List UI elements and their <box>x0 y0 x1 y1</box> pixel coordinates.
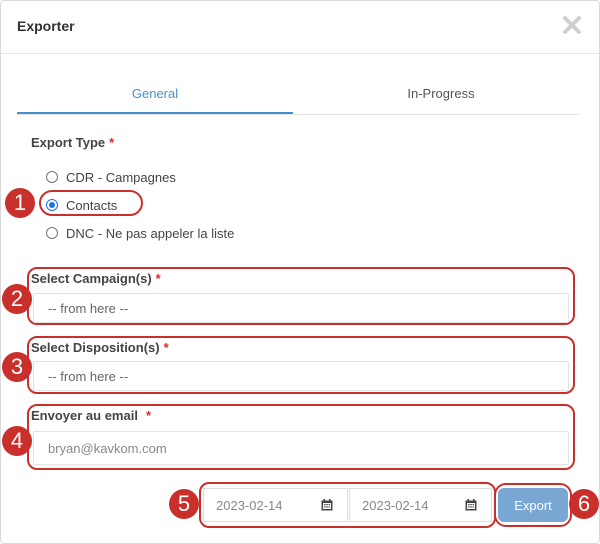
export-button[interactable]: Export <box>498 488 568 522</box>
exporter-modal: Exporter General In-Progress Export Type… <box>0 0 600 544</box>
disposition-select[interactable]: -- from here -- <box>33 361 569 391</box>
close-button[interactable] <box>559 12 585 38</box>
annotation-badge-5: 5 <box>169 489 199 519</box>
modal-header: Exporter <box>1 1 599 54</box>
email-label: Envoyer au email * <box>31 408 151 423</box>
export-type-label-text: Export Type <box>31 135 106 150</box>
radio-label: CDR - Campagnes <box>66 169 176 185</box>
end-date-calendar-button[interactable] <box>451 489 491 521</box>
disposition-label: Select Disposition(s) * <box>31 340 169 355</box>
annotation-outline-1 <box>39 190 143 216</box>
annotation-badge-6: 6 <box>569 489 599 519</box>
annotation-badge-2: 2 <box>2 284 32 314</box>
radio-dnc[interactable]: DNC - Ne pas appeler la liste <box>46 224 234 242</box>
campaign-select[interactable]: -- from here -- <box>33 293 569 323</box>
calendar-icon <box>465 499 477 511</box>
tab-bar: General In-Progress <box>17 76 579 115</box>
required-mark: * <box>155 271 161 286</box>
tab-in-progress[interactable]: In-Progress <box>303 76 579 112</box>
radio-button[interactable] <box>46 171 58 183</box>
annotation-badge-4: 4 <box>2 426 32 456</box>
start-date-input[interactable]: 2023-02-14 <box>203 488 348 522</box>
disposition-label-text: Select Disposition(s) <box>31 340 160 355</box>
annotation-badge-1: 1 <box>5 188 35 218</box>
required-mark: * <box>109 135 115 150</box>
email-input[interactable]: bryan@kavkom.com <box>33 431 569 465</box>
start-date-value: 2023-02-14 <box>216 497 283 513</box>
required-mark: * <box>145 408 152 423</box>
modal-title: Exporter <box>17 18 75 34</box>
export-type-label: Export Type * <box>31 135 114 150</box>
email-label-text: Envoyer au email <box>31 408 138 423</box>
radio-label: DNC - Ne pas appeler la liste <box>66 225 235 241</box>
required-mark: * <box>163 340 169 355</box>
campaign-label: Select Campaign(s) * <box>31 271 161 286</box>
close-icon <box>563 16 581 34</box>
campaign-label-text: Select Campaign(s) <box>31 271 152 286</box>
radio-cdr-campagnes[interactable]: CDR - Campagnes <box>46 168 176 186</box>
annotation-badge-3: 3 <box>2 352 32 382</box>
start-date-calendar-button[interactable] <box>307 489 347 521</box>
tab-general[interactable]: General <box>17 76 293 114</box>
radio-button[interactable] <box>46 227 58 239</box>
end-date-input[interactable]: 2023-02-14 <box>349 488 492 522</box>
calendar-icon <box>321 499 333 511</box>
